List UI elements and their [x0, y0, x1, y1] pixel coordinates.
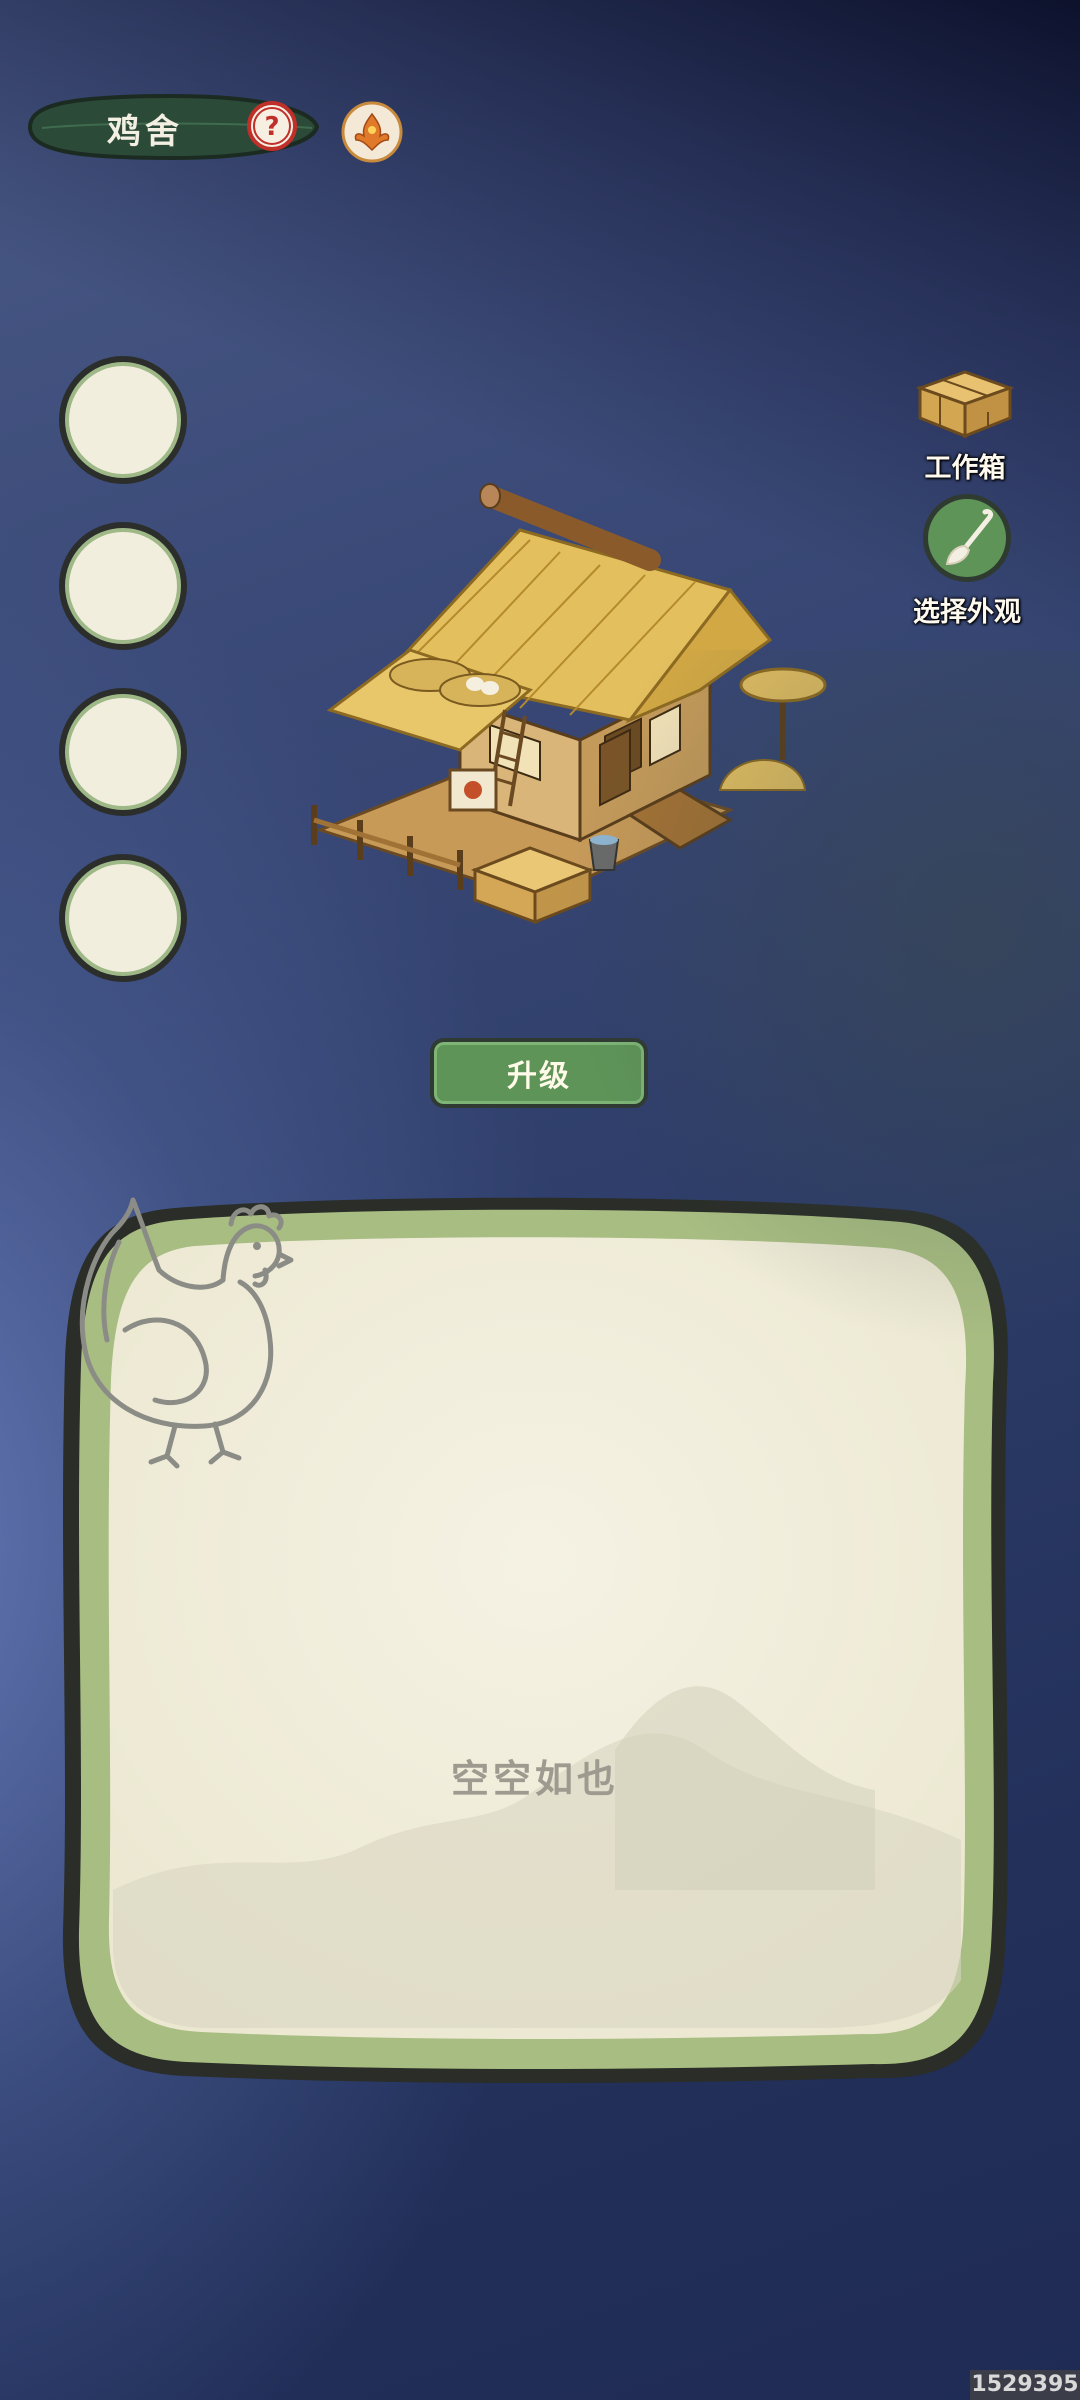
empty-state-label: 空空如也	[450, 1756, 619, 1801]
question-mark-icon[interactable]: ?	[246, 100, 298, 152]
workbox-label: 工作箱	[924, 453, 1006, 484]
slot-1[interactable]	[55, 352, 191, 488]
upgrade-button[interactable]: 升级	[430, 1038, 648, 1108]
phoenix-icon[interactable]	[340, 100, 404, 164]
svg-text:?: ?	[264, 112, 279, 142]
select-appearance-label: 选择外观	[913, 597, 1021, 628]
chicken-outline-icon	[79, 1197, 294, 1469]
slot-4[interactable]	[55, 850, 191, 986]
watermark-id: 1529395	[970, 2370, 1080, 2400]
workbox-button[interactable]: 工作箱	[890, 366, 1040, 485]
slot-2[interactable]	[55, 518, 191, 654]
chicken-coop-illustration[interactable]	[300, 470, 860, 970]
wooden-chest-icon	[915, 370, 1015, 439]
brush-icon	[923, 494, 1011, 582]
slot-3[interactable]	[55, 684, 191, 820]
inventory-panel: 空空如也	[55, 1190, 1015, 2090]
select-appearance-button[interactable]: 选择外观	[892, 490, 1042, 629]
page-title: 鸡舍	[107, 112, 183, 152]
